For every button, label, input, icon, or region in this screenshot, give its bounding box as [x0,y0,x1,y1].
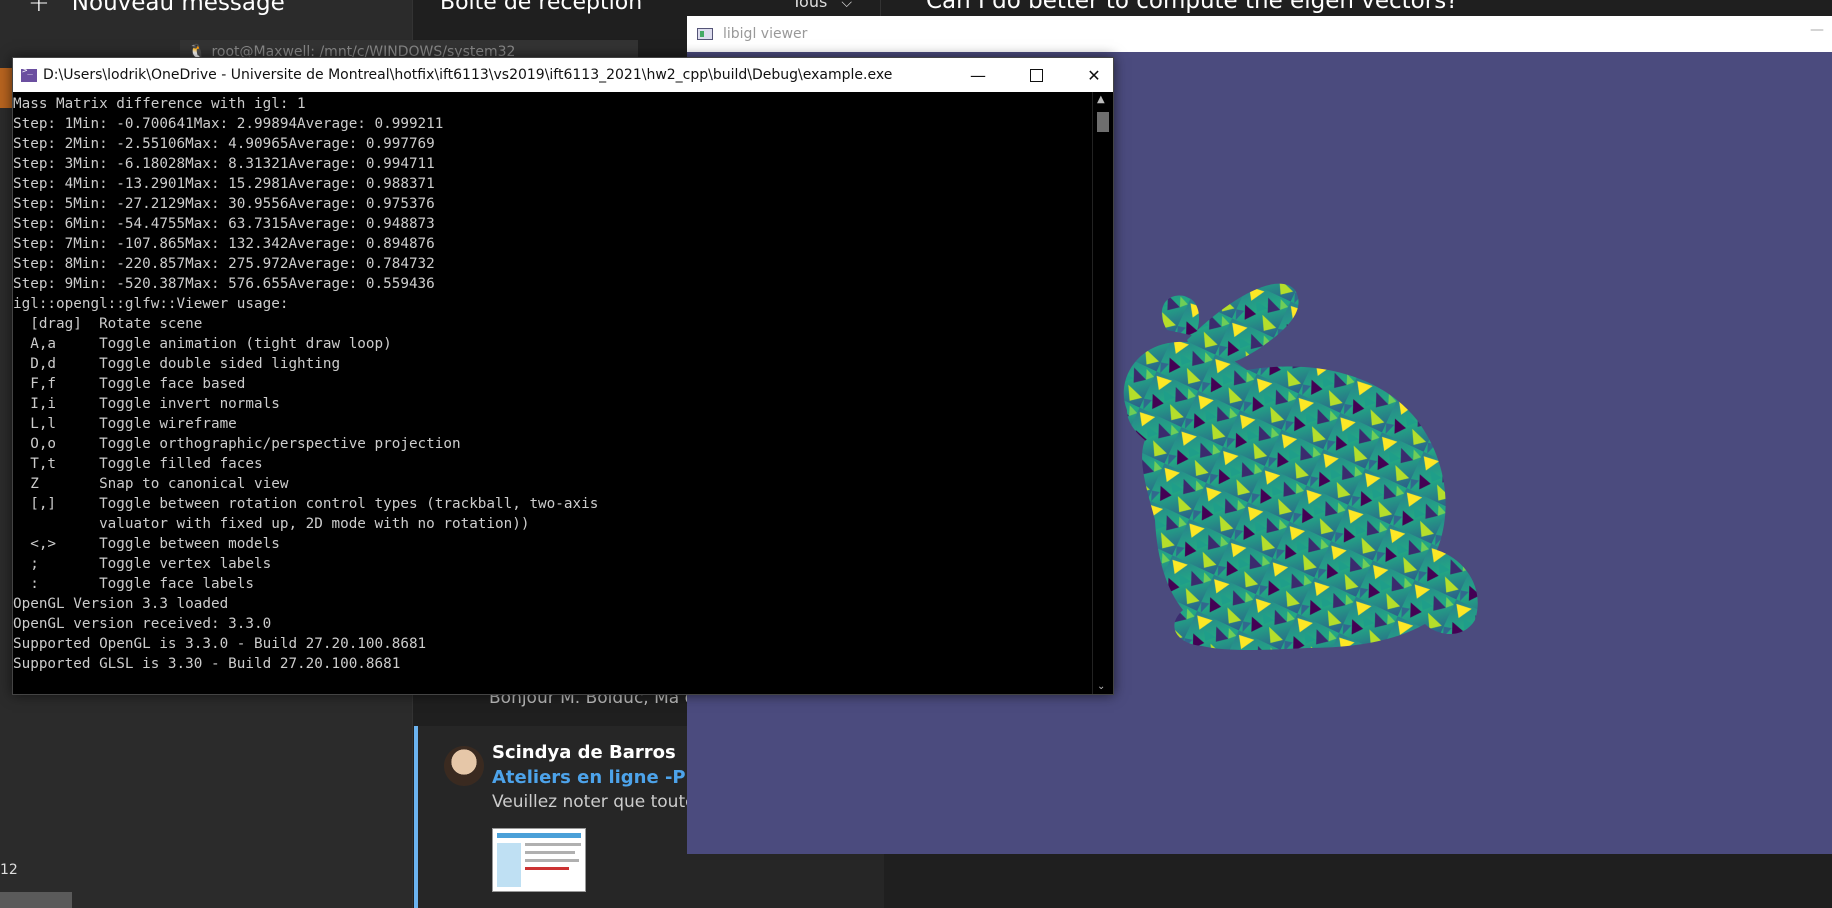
console-line: Step: 8Min: -220.857Max: 275.972Average:… [13,256,435,272]
viewer-title: libigl viewer [723,26,808,42]
left-pane-number: 12 [0,862,18,878]
console-line: Supported GLSL is 3.30 - Build 27.20.100… [13,656,401,672]
console-line: Step: 5Min: -27.2129Max: 30.9556Average:… [13,196,435,212]
viewer-minimize-button[interactable]: — [1810,22,1824,38]
console-titlebar[interactable]: D:\Users\lodrik\OneDrive - Universite de… [13,58,1113,92]
plus-icon: + [28,0,50,18]
attachment-thumbnail[interactable] [492,828,586,892]
console-line: Mass Matrix difference with igl: 1 [13,96,306,112]
console-line: I,i Toggle invert normals [13,396,280,412]
message-subject-title: Can I do better to compute the eigen vec… [926,0,1459,14]
scrollbar-thumb[interactable] [1097,112,1109,132]
new-message-label: Nouveau message [71,0,285,16]
console-window[interactable]: D:\Users\lodrik\OneDrive - Universite de… [12,57,1114,695]
minimize-icon: — [970,65,986,85]
console-scrollbar[interactable]: ▲ ⌄ [1092,92,1113,694]
console-line: F,f Toggle face based [13,376,246,392]
filter-dropdown[interactable]: Tous ⌵ [792,0,852,11]
scroll-up-arrow-icon[interactable]: ▲ [1097,94,1105,105]
console-line: [drag] Rotate scene [13,316,203,332]
console-line: valuator with fixed up, 2D mode with no … [13,516,530,532]
console-line: Step: 2Min: -2.55106Max: 4.90965Average:… [13,136,435,152]
left-pane-bottom-button[interactable] [0,892,72,908]
new-message-button[interactable]: + Nouveau message [28,0,285,18]
console-line: OpenGL version received: 3.3.0 [13,616,272,632]
close-icon: ✕ [1087,65,1101,85]
console-line: Step: 9Min: -520.387Max: 576.655Average:… [13,276,435,292]
console-line: Supported OpenGL is 3.3.0 - Build 27.20.… [13,636,427,652]
avatar [444,746,484,786]
console-line: : Toggle face labels [13,576,255,592]
console-line: Step: 4Min: -13.2901Max: 15.2981Average:… [13,176,435,192]
inbox-title: Boîte de réception [440,0,643,15]
console-line: Step: 3Min: -6.18028Max: 8.31321Average:… [13,156,435,172]
mail-sender: Scindya de Barros [492,742,676,763]
chevron-down-icon: ⌵ [841,0,852,11]
viewer-titlebar[interactable]: libigl viewer — [687,16,1832,52]
console-line: ; Toggle vertex labels [13,556,272,572]
viewer-app-icon [697,28,713,40]
bunny-mesh-render[interactable] [1107,260,1547,680]
console-line: OpenGL Version 3.3 loaded [13,596,229,612]
console-output[interactable]: Mass Matrix difference with igl: 1 Step: … [13,94,1091,692]
terminal-icon [21,66,37,82]
console-title: D:\Users\lodrik\OneDrive - Universite de… [43,67,893,83]
console-line: T,t Toggle filled faces [13,456,263,472]
console-close-button[interactable]: ✕ [1065,58,1123,92]
maximize-icon [1029,68,1043,82]
console-line: L,l Toggle wireframe [13,416,237,432]
console-line: Step: 6Min: -54.4755Max: 63.7315Average:… [13,216,435,232]
console-line: [,] Toggle between rotation control type… [13,496,599,512]
console-line: A,a Toggle animation (tight draw loop) [13,336,392,352]
scroll-down-arrow-icon[interactable]: ⌄ [1097,681,1105,692]
console-line: Step: 1Min: -0.700641Max: 2.99894Average… [13,116,444,132]
console-line: <,> Toggle between models [13,536,280,552]
console-line: D,d Toggle double sided lighting [13,356,341,372]
console-maximize-button[interactable] [1007,58,1065,92]
mail-snippet: Veuillez noter que toute [492,792,696,812]
console-line: Step: 7Min: -107.865Max: 132.342Average:… [13,236,435,252]
console-line: Z Snap to canonical view [13,476,289,492]
console-line: igl::opengl::glfw::Viewer usage: [13,296,289,312]
filter-label: Tous [792,0,828,11]
console-line: O,o Toggle orthographic/perspective proj… [13,436,461,452]
console-minimize-button[interactable]: — [949,58,1007,92]
